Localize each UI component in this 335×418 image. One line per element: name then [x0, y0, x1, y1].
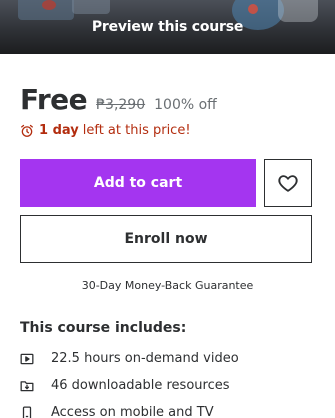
price-row: Free ₱3,290 100% off — [20, 83, 217, 116]
sale-timer: 1 day left at this price! — [20, 123, 191, 138]
enroll-now-button[interactable]: Enroll now — [20, 215, 312, 263]
preview-image-shape — [72, 0, 110, 14]
feature-text: 46 downloadable resources — [51, 378, 230, 393]
feature-text: 22.5 hours on-demand video — [51, 351, 239, 366]
current-price: Free — [20, 83, 88, 116]
mobile-device-icon — [22, 406, 32, 418]
feature-item: 46 downloadable resources — [20, 378, 230, 393]
original-price: ₱3,290 — [96, 97, 146, 113]
heart-icon — [278, 175, 298, 192]
feature-item: 22.5 hours on-demand video — [20, 351, 239, 366]
money-back-guarantee: 30-Day Money-Back Guarantee — [81, 279, 254, 292]
preview-image-shape — [42, 0, 56, 10]
includes-heading: This course includes: — [20, 320, 187, 336]
wishlist-button[interactable] — [264, 159, 312, 207]
add-to-cart-button[interactable]: Add to cart — [20, 159, 256, 207]
feature-text: Access on mobile and TV — [51, 405, 214, 418]
feature-item: Access on mobile and TV — [20, 405, 214, 418]
video-play-icon — [20, 353, 34, 364]
preview-image-shape — [248, 4, 258, 14]
timer-text: left at this price! — [82, 123, 191, 138]
timer-duration: 1 day — [39, 123, 79, 138]
alarm-clock-icon — [21, 124, 33, 137]
course-preview[interactable]: Preview this course — [0, 0, 335, 54]
preview-label[interactable]: Preview this course — [0, 19, 335, 35]
discount-percent: 100% off — [154, 97, 217, 113]
download-folder-icon — [20, 380, 34, 391]
